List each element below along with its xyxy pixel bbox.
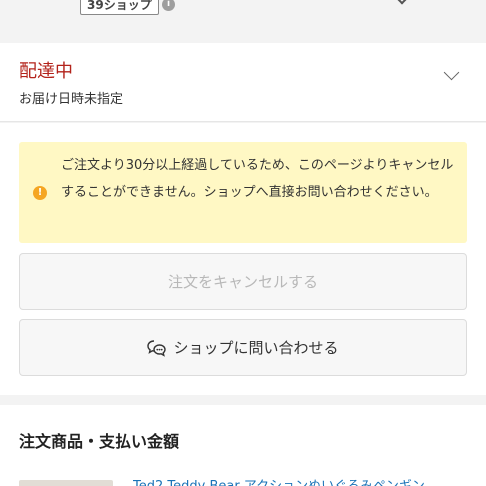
order-actions-section: ! ご注文より30分以上経過しているため、このページよりキャンセルすることができ… bbox=[0, 123, 486, 395]
product-thumbnail[interactable] bbox=[19, 480, 113, 486]
order-items-title: 注文商品・支払い金額 bbox=[19, 432, 180, 451]
order-items-section: 注文商品・支払い金額 Ted2 Teddy Bear アクションぬいぐるみペンギ… bbox=[0, 405, 486, 486]
delivery-time-text: お届け日時未指定 bbox=[19, 92, 124, 107]
cancel-order-button[interactable]: 注文をキャンセルする bbox=[19, 253, 467, 310]
cancel-notice-text: ご注文より30分以上経過しているため、このページよりキャンセルすることができませ… bbox=[61, 158, 454, 200]
info-icon[interactable]: i bbox=[162, 0, 175, 11]
shop-badge[interactable]: 39ショップ bbox=[80, 0, 159, 15]
product-name-link[interactable]: Ted2 Teddy Bear アクションぬいぐるみペンギン bbox=[133, 475, 473, 486]
exclamation-circle-icon: ! bbox=[33, 186, 47, 200]
contact-shop-button[interactable]: ショップに問い合わせる bbox=[19, 319, 467, 376]
delivery-status-title: 配達中 bbox=[19, 61, 73, 82]
chevron-icon[interactable] bbox=[393, 0, 411, 5]
chevron-down-icon[interactable] bbox=[443, 64, 460, 81]
header-strip: 39ショップ i bbox=[0, 0, 486, 43]
contact-shop-label: ショップに問い合わせる bbox=[173, 339, 339, 357]
cancel-notice-banner: ! ご注文より30分以上経過しているため、このページよりキャンセルすることができ… bbox=[19, 142, 467, 243]
chat-bubbles-icon bbox=[147, 339, 167, 357]
cancel-order-label: 注文をキャンセルする bbox=[167, 273, 318, 291]
delivery-status-card[interactable]: 配達中 お届け日時未指定 bbox=[0, 43, 486, 122]
